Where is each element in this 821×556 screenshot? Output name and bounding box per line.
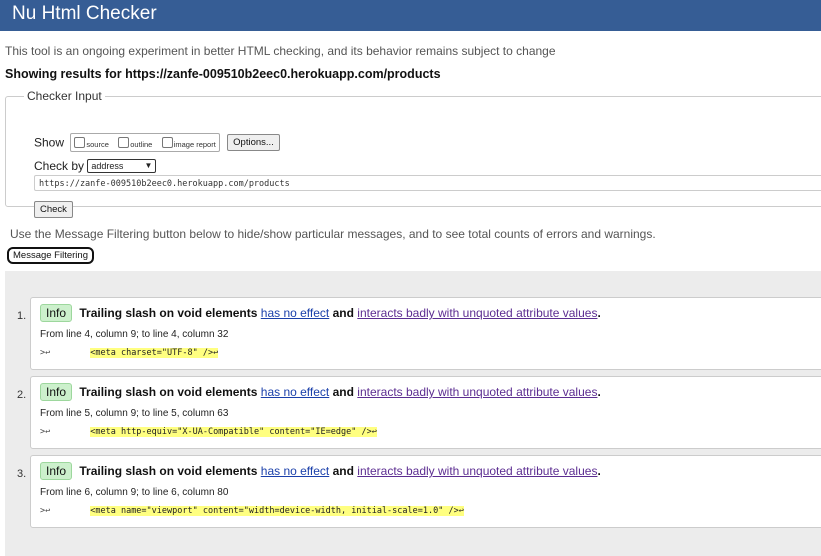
message-item: 1. Info Trailing slash on void elements …: [17, 297, 821, 370]
app-title: Nu Html Checker: [12, 3, 157, 24]
showing-results-text: Showing results for https://zanfe-009510…: [5, 67, 441, 81]
source-checkbox[interactable]: [74, 136, 86, 148]
extract-prefix: >↩: [40, 348, 51, 358]
message-number: 3.: [17, 468, 27, 480]
message-and: and: [332, 464, 354, 478]
app-header: Nu Html Checker: [0, 0, 821, 31]
message-period: .: [597, 306, 601, 320]
check-by-select[interactable]: address ▼: [87, 158, 157, 173]
highlighted-code: <meta http-equiv="X-UA-Compatible" conte…: [90, 427, 377, 437]
info-badge: Info: [40, 304, 73, 322]
check-button[interactable]: Check: [34, 201, 73, 218]
message-period: .: [597, 385, 601, 399]
message-extract: >↩ <meta http-equiv="X-UA-Compatible" con…: [40, 427, 377, 437]
message-heading: Info Trailing slash on void elements has…: [40, 383, 601, 401]
check-by-row: Check by address ▼: [34, 158, 157, 173]
outline-checkbox[interactable]: [118, 136, 130, 148]
message-and: and: [332, 385, 354, 399]
url-input[interactable]: https://zanfe-009510b2eec0.herokuapp.com…: [34, 175, 821, 191]
message-filtering-button[interactable]: Message Filtering: [7, 247, 94, 264]
message-location: From line 6, column 9; to line 6, column…: [40, 487, 229, 498]
interacts-badly-link[interactable]: interacts badly with unquoted attribute …: [357, 385, 597, 399]
has-no-effect-link[interactable]: has no effect: [261, 464, 330, 478]
message-period: .: [597, 464, 601, 478]
source-option[interactable]: source: [74, 136, 109, 150]
message-extract: >↩ <meta name="viewport" content="width=d…: [40, 506, 464, 516]
message-item: 3. Info Trailing slash on void elements …: [17, 455, 821, 528]
message-location: From line 4, column 9; to line 4, column…: [40, 329, 229, 340]
check-by-label: Check by: [34, 158, 85, 173]
check-button-wrap: Check: [34, 199, 73, 218]
message-text: Trailing slash on void elements: [79, 464, 258, 478]
results-area: 1. Info Trailing slash on void elements …: [5, 271, 821, 556]
options-button[interactable]: Options...: [227, 133, 280, 151]
show-label: Show: [34, 135, 65, 150]
message-number: 2.: [17, 389, 27, 401]
interacts-badly-link[interactable]: interacts badly with unquoted attribute …: [357, 464, 597, 478]
extract-prefix: >↩: [40, 506, 51, 516]
message-location: From line 5, column 9; to line 5, column…: [40, 408, 229, 419]
highlighted-code: <meta name="viewport" content="width=dev…: [90, 506, 464, 516]
message-heading: Info Trailing slash on void elements has…: [40, 304, 601, 322]
checker-input-panel: Checker Input Show source outline image …: [5, 89, 821, 218]
message-text: Trailing slash on void elements: [79, 306, 258, 320]
interacts-badly-link[interactable]: interacts badly with unquoted attribute …: [357, 306, 597, 320]
filter-note: Use the Message Filtering button below t…: [10, 227, 656, 241]
message-heading: Info Trailing slash on void elements has…: [40, 462, 601, 480]
outline-option-label: outline: [130, 139, 153, 149]
image-report-option-label: image report: [173, 139, 216, 149]
message-and: and: [332, 306, 354, 320]
check-by-value: address: [91, 160, 124, 171]
message-text: Trailing slash on void elements: [79, 385, 258, 399]
source-option-label: source: [86, 139, 109, 149]
highlighted-code: <meta charset="UTF-8" />↩: [90, 348, 219, 358]
has-no-effect-link[interactable]: has no effect: [261, 306, 330, 320]
intro-text: This tool is an ongoing experiment in be…: [5, 44, 556, 58]
message-extract: >↩ <meta charset="UTF-8" />↩: [40, 348, 219, 358]
has-no-effect-link[interactable]: has no effect: [261, 385, 330, 399]
show-options-row: Show source outline image report Options…: [34, 133, 280, 152]
info-badge: Info: [40, 462, 73, 480]
info-badge: Info: [40, 383, 73, 401]
message-item: 2. Info Trailing slash on void elements …: [17, 376, 821, 449]
chevron-down-icon: ▼: [144, 160, 153, 170]
checker-input-legend: Checker Input: [27, 89, 102, 103]
extract-prefix: >↩: [40, 427, 51, 437]
outline-option[interactable]: outline: [118, 136, 152, 150]
show-options-group: source outline image report: [70, 133, 220, 152]
message-number: 1.: [17, 310, 27, 322]
image-report-option[interactable]: image report: [161, 136, 216, 150]
image-report-checkbox[interactable]: [161, 136, 173, 148]
